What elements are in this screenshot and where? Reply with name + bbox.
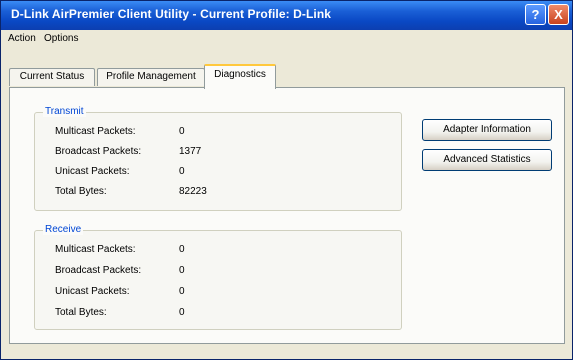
- rx-broadcast-value: 0: [179, 265, 185, 276]
- tab-diagnostics[interactable]: Diagnostics: [204, 64, 276, 89]
- tx-broadcast-value: 1377: [179, 146, 202, 157]
- window-title: D-Link AirPremier Client Utility - Curre…: [11, 7, 332, 21]
- tx-unicast-label: Unicast Packets:: [55, 166, 130, 177]
- close-button[interactable]: X: [548, 4, 569, 25]
- menu-bar: Action Options: [1, 30, 572, 50]
- app-window: D-Link AirPremier Client Utility - Curre…: [0, 0, 573, 360]
- receive-group: Receive Multicast Packets: 0 Broadcast P…: [34, 224, 402, 330]
- receive-title: Receive: [43, 224, 84, 235]
- rx-unicast-value: 0: [179, 286, 185, 297]
- adapter-information-button[interactable]: Adapter Information: [422, 119, 552, 141]
- menu-options[interactable]: Options: [44, 33, 78, 44]
- tx-total-bytes-label: Total Bytes:: [55, 186, 107, 197]
- tx-multicast-label: Multicast Packets:: [55, 126, 136, 137]
- rx-total-bytes-label: Total Bytes:: [55, 307, 107, 318]
- tx-total-bytes-value: 82223: [179, 186, 207, 197]
- tab-profile-management[interactable]: Profile Management: [97, 68, 205, 86]
- rx-total-bytes-value: 0: [179, 307, 185, 318]
- tx-multicast-value: 0: [179, 126, 185, 137]
- rx-unicast-label: Unicast Packets:: [55, 286, 130, 297]
- help-button[interactable]: ?: [525, 4, 546, 25]
- transmit-group: Transmit Multicast Packets: 0 Broadcast …: [34, 106, 402, 211]
- menu-action[interactable]: Action: [8, 33, 36, 44]
- rx-multicast-label: Multicast Packets:: [55, 244, 136, 255]
- title-bar[interactable]: D-Link AirPremier Client Utility - Curre…: [1, 1, 572, 30]
- tab-current-status[interactable]: Current Status: [9, 68, 95, 86]
- tx-unicast-value: 0: [179, 166, 185, 177]
- diagnostics-panel: Transmit Multicast Packets: 0 Broadcast …: [9, 87, 565, 344]
- rx-multicast-value: 0: [179, 244, 185, 255]
- tx-broadcast-label: Broadcast Packets:: [55, 146, 142, 157]
- rx-broadcast-label: Broadcast Packets:: [55, 265, 142, 276]
- advanced-statistics-button[interactable]: Advanced Statistics: [422, 149, 552, 171]
- transmit-title: Transmit: [43, 106, 86, 117]
